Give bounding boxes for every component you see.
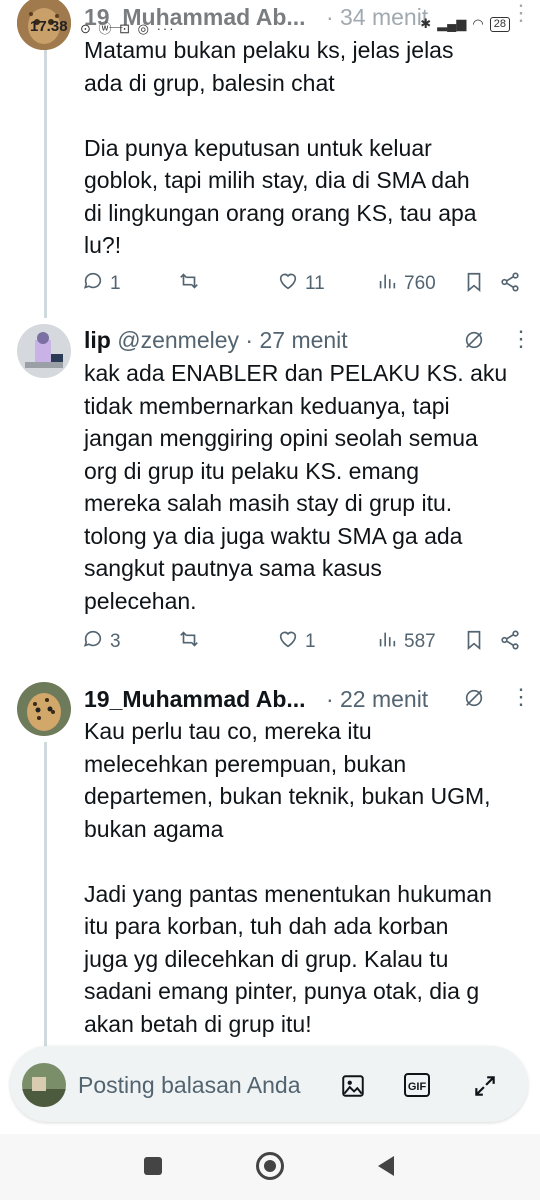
bookmark-icon[interactable]: [463, 629, 485, 656]
views-icon: [376, 270, 398, 298]
avatar: [22, 1063, 66, 1107]
tweet-time[interactable]: · 22 menit: [326, 686, 428, 712]
author-name[interactable]: lip: [84, 327, 111, 353]
reply-button[interactable]: 3: [82, 628, 121, 656]
like-button[interactable]: 1: [277, 628, 316, 656]
bluetooth-icon: ✱: [420, 16, 432, 31]
tweet-body: Kau perlu tau co, mereka itu melecehkan …: [84, 718, 492, 1037]
grok-icon[interactable]: [463, 329, 485, 356]
gif-label: GIF: [407, 1081, 427, 1093]
status-time: 17.38: [30, 18, 68, 35]
tweet-time[interactable]: · 27 menit: [245, 327, 347, 353]
reply-icon: [82, 270, 104, 298]
tweet-header: lip @zenmeley · 27 menit: [84, 327, 348, 354]
views-icon: [376, 628, 398, 656]
reply-input[interactable]: Posting balasan Anda: [78, 1072, 301, 1099]
retweet-icon: [178, 628, 200, 656]
author-handle[interactable]: @zenmeley: [117, 327, 239, 353]
heart-icon: [277, 628, 299, 656]
like-count: 11: [305, 273, 325, 294]
author-name[interactable]: 19_Muhammad Ab...: [84, 686, 306, 712]
recents-icon[interactable]: [144, 1157, 162, 1175]
retweet-button[interactable]: [178, 270, 200, 298]
status-right: ✱ ▂▄▆ ◠ 28: [420, 16, 510, 32]
reply-count: 3: [110, 631, 121, 652]
avatar[interactable]: [17, 682, 71, 736]
views-count: 587: [404, 631, 436, 652]
gif-icon[interactable]: GIF: [404, 1073, 430, 1097]
retweet-icon: [178, 270, 200, 298]
signal-icon: ▂▄▆: [437, 16, 467, 31]
thread-line: [44, 742, 47, 1052]
home-icon[interactable]: [256, 1152, 284, 1180]
share-icon[interactable]: [499, 629, 521, 656]
tweet-body: kak ada ENABLER dan PELAKU KS. aku tidak…: [84, 360, 508, 614]
views-button[interactable]: 760: [376, 270, 436, 298]
tweet-header: 19_Muhammad Ab... · 22 menit: [84, 686, 428, 713]
wifi-icon: ◠: [472, 16, 484, 31]
avatar[interactable]: [17, 324, 71, 378]
like-count: 1: [305, 631, 316, 652]
more-options-icon[interactable]: ⋮: [510, 686, 533, 708]
retweet-button[interactable]: [178, 628, 200, 656]
reply-icon: [82, 628, 104, 656]
expand-icon[interactable]: [472, 1073, 498, 1104]
like-button[interactable]: 11: [277, 270, 325, 298]
reply-button[interactable]: 1: [82, 270, 121, 298]
battery-icon: 28: [489, 16, 510, 32]
back-icon[interactable]: [376, 1155, 396, 1182]
grok-icon[interactable]: [463, 687, 485, 714]
reply-count: 1: [110, 273, 121, 294]
tweet-body: Matamu bukan pelaku ks, jelas jelas ada …: [84, 37, 477, 258]
share-icon[interactable]: [499, 271, 521, 298]
heart-icon: [277, 270, 299, 298]
bookmark-icon[interactable]: [463, 271, 485, 298]
views-button[interactable]: 587: [376, 628, 436, 656]
more-options-icon[interactable]: ⋮: [510, 328, 533, 350]
image-icon[interactable]: [340, 1073, 366, 1104]
views-count: 760: [404, 273, 436, 294]
